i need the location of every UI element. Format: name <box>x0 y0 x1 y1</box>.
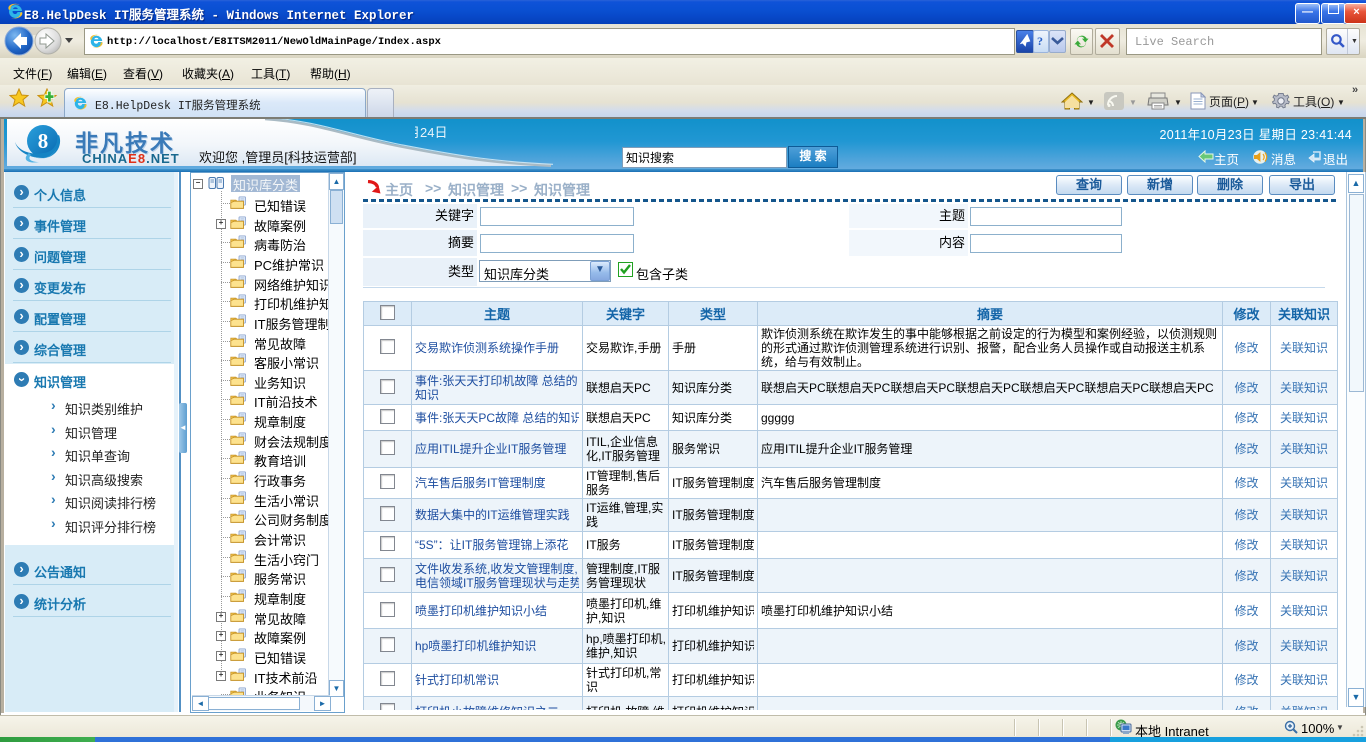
svg-text:8: 8 <box>38 129 49 153</box>
